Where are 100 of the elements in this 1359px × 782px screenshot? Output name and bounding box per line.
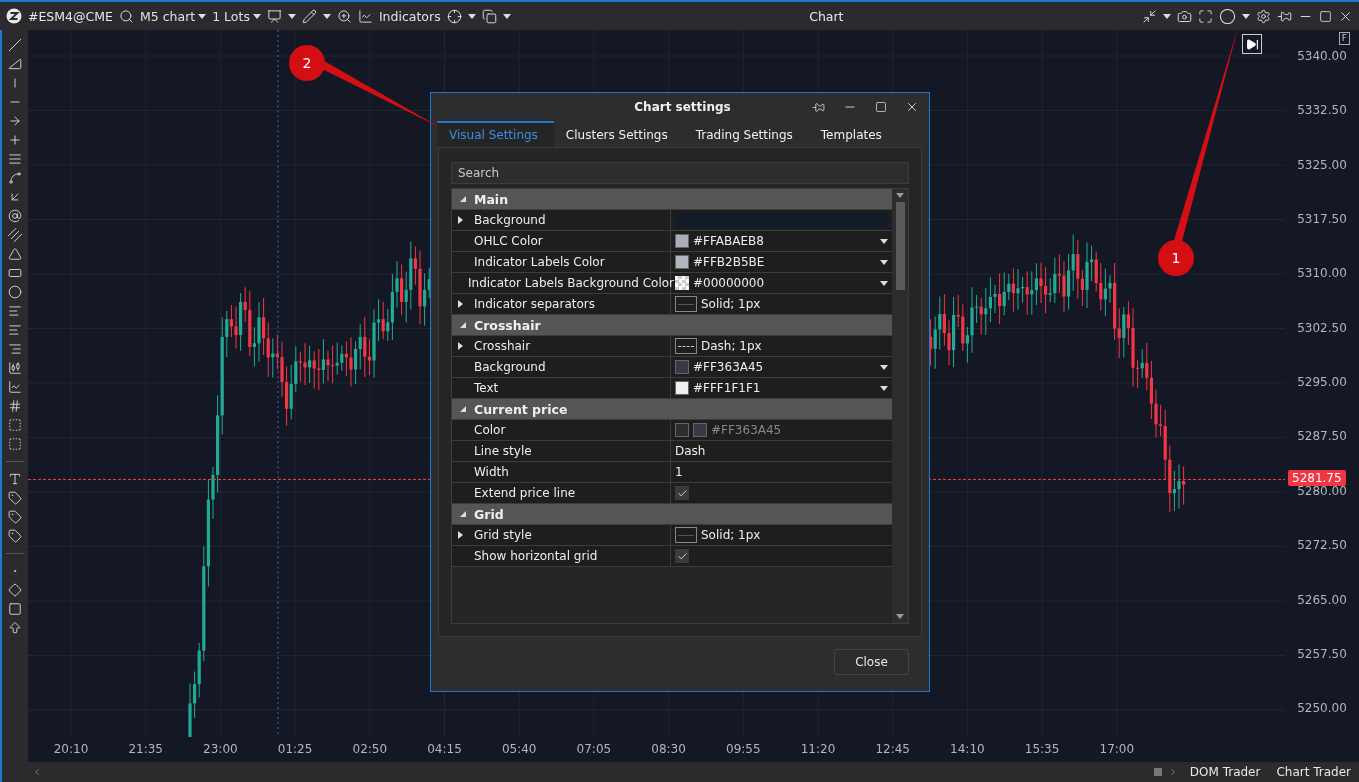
collapse-triangle-icon[interactable] [460,321,466,329]
section-header[interactable]: Current price [452,399,892,420]
color-swatch[interactable] [675,381,689,395]
windows-icon[interactable] [481,8,497,24]
settings-tab[interactable]: Visual Settings [437,121,554,147]
property-value[interactable]: 1 [675,465,888,479]
price-label: 5325.00 [1297,157,1347,172]
triangle-icon[interactable] [8,247,22,261]
expand-triangle-icon[interactable] [458,216,464,224]
expand-triangle-icon[interactable] [458,531,464,539]
scrollbar[interactable] [892,189,908,623]
pin-icon[interactable] [1277,8,1292,24]
levels-icon[interactable] [8,342,22,356]
circle-icon[interactable] [8,285,22,299]
arrow-up-icon[interactable] [8,621,22,635]
settings-tab[interactable]: Trading Settings [683,121,809,147]
property-name: Text [473,381,499,395]
arrow-icon[interactable] [8,114,22,128]
tag-icon[interactable] [8,529,22,543]
color-swatch[interactable] [675,360,689,374]
panel-tab[interactable]: Chart Trader [1268,765,1359,779]
expand-triangle-icon[interactable] [458,342,464,350]
rectangle-icon[interactable] [8,266,22,280]
scrollbar-thumb[interactable] [1153,768,1162,776]
angle-icon[interactable] [8,57,22,71]
symbol-label[interactable]: #ESM4@CME [28,8,113,24]
levels-icon[interactable] [8,304,22,318]
pin-icon[interactable] [812,100,825,114]
search-icon[interactable] [118,8,134,24]
curve-icon[interactable] [8,171,22,185]
spiral-icon[interactable] [8,209,22,223]
color-swatch[interactable] [675,234,689,248]
text-icon[interactable] [8,472,22,486]
search-field[interactable]: Search [451,162,909,184]
panel-tab[interactable]: DOM Trader [1181,765,1269,779]
scrollbar-thumb[interactable] [895,202,905,290]
settings-tab[interactable]: Clusters Settings [553,121,684,147]
parallel-lines-icon[interactable] [5,225,25,245]
color-value: #FF363A45 [693,360,765,374]
candles-icon[interactable] [8,361,22,375]
caret-icon [880,259,888,265]
scroll-to-end-button[interactable] [1242,34,1262,54]
line-style-preview[interactable] [675,296,697,312]
levels-icon[interactable] [8,323,22,337]
pencil-icon[interactable] [301,8,317,24]
settings-icon[interactable] [1256,8,1271,24]
color-value: #FFB2B5BE [693,255,766,269]
settings-tab[interactable]: Templates [808,121,898,147]
collapse-triangle-icon[interactable] [460,195,466,203]
maximize-icon[interactable] [1319,9,1332,23]
color-swatch[interactable] [675,255,689,269]
collapse-triangle-icon[interactable] [460,510,466,518]
line-style-preview[interactable] [675,338,697,354]
tag-icon[interactable] [8,491,22,505]
cross-icon[interactable] [8,133,22,147]
property-value[interactable]: Dash [675,444,888,458]
timeframe-dropdown[interactable]: M5 chart [139,8,207,24]
line-style-preview[interactable] [675,527,697,543]
line-chart-icon[interactable] [8,380,22,394]
time-label: 21:35 [128,742,163,756]
zoom-in-icon[interactable] [336,8,352,24]
compress-icon[interactable] [1142,8,1157,24]
caret-icon [880,238,888,244]
price-label: 5287.50 [1297,429,1347,444]
maximize-icon[interactable] [875,101,887,113]
indicators-button[interactable]: Indicators [378,8,441,24]
line-icon[interactable] [8,38,22,52]
crosshair-icon[interactable] [446,8,462,24]
time-label: 08:30 [651,742,686,756]
property-name: Color [473,423,506,437]
property-name: Indicator separators [473,297,595,311]
property-name: Line style [473,444,532,458]
camera-icon[interactable] [1177,8,1192,24]
close-icon[interactable] [905,100,919,114]
section-header[interactable]: Main [452,189,892,210]
collapse-triangle-icon[interactable] [460,405,466,413]
dashed-rectangle-icon[interactable] [8,437,22,451]
line-chart-icon[interactable] [357,8,373,24]
price-label: 5302.50 [1297,320,1347,335]
checkbox[interactable] [675,486,689,500]
circle-icon[interactable] [1219,7,1236,25]
logo-icon[interactable] [6,8,22,24]
monitor-icon[interactable] [266,8,282,24]
expand-icon[interactable] [1198,8,1213,24]
checkbox[interactable] [675,549,689,563]
scroll-left-icon[interactable] [32,767,42,777]
dashed-rectangle-icon[interactable] [8,418,22,432]
section-header[interactable]: Grid [452,504,892,525]
transparent-swatch[interactable] [675,276,689,290]
expand-triangle-icon[interactable] [458,300,464,308]
grid-icon[interactable] [8,399,22,413]
time-label: 20:10 [53,742,89,756]
section-header[interactable]: Crosshair [452,315,892,336]
diamond-icon[interactable] [8,583,22,597]
square-icon[interactable] [8,602,22,616]
lines-icon[interactable] [8,152,22,166]
tag-icon[interactable] [8,510,22,524]
scale-mode-button[interactable]: F [1338,32,1350,45]
lots-dropdown[interactable]: 1 Lots [212,8,261,24]
close-button[interactable]: Close [834,649,909,675]
